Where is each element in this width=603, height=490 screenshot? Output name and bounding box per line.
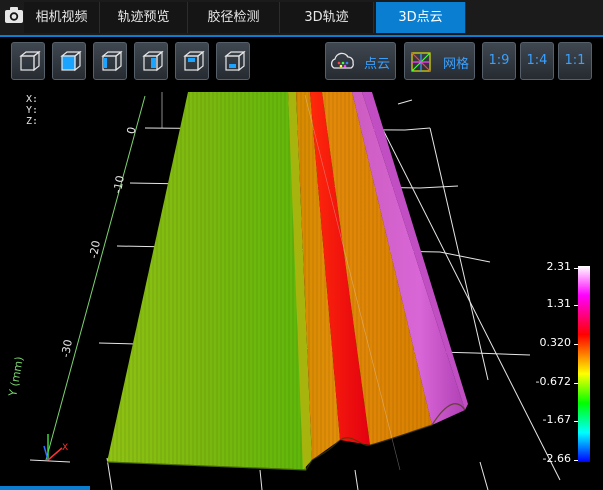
view-front-button[interactable] xyxy=(52,42,86,80)
pointcloud-viewport[interactable]: X: Y: Z: 0 -10 -20 -30 Y (mm) X 2.31 1.3… xyxy=(0,88,603,490)
axes-gizmo-icon: X xyxy=(43,434,68,461)
camera-icon xyxy=(5,7,23,23)
tab-3d-pointcloud[interactable]: 3D点云 xyxy=(376,2,466,33)
tab-3d-trajectory[interactable]: 3D轨迹 xyxy=(280,2,374,33)
colorbar-label-3: -0.672 xyxy=(535,375,571,388)
mesh-label: 网格 xyxy=(443,57,470,72)
cube-bottom-icon xyxy=(224,50,246,72)
cube-right-icon xyxy=(142,50,164,72)
view-bottom-button[interactable] xyxy=(216,42,250,80)
svg-text:X: X xyxy=(62,443,68,453)
mesh-icon xyxy=(411,52,431,72)
colorbar-tick xyxy=(574,344,578,345)
view-left-button[interactable] xyxy=(93,42,127,80)
mesh-button[interactable]: 网格 xyxy=(404,42,475,80)
cube-left-icon xyxy=(101,50,123,72)
colorbar-tick xyxy=(574,305,578,306)
coord-x-label: X: xyxy=(26,94,39,105)
coord-z-label: Z: xyxy=(26,116,39,127)
tab-bar: 相机视频 轨迹预览 胶径检测 3D轨迹 3D点云 xyxy=(0,0,603,37)
colorbar-label-5: -2.66 xyxy=(542,452,571,465)
tab-glue-inspection[interactable]: 胶径检测 xyxy=(188,2,280,33)
cube-front-icon xyxy=(60,50,82,72)
colorbar-label-2: 0.320 xyxy=(539,336,572,349)
colorbar-label-0: 2.31 xyxy=(546,260,572,273)
view-top-button[interactable] xyxy=(175,42,209,80)
colorbar-label-1: 1.31 xyxy=(546,297,572,310)
colorbar-tick xyxy=(574,460,578,461)
cloud-icon xyxy=(330,52,354,69)
tab-trajectory-preview[interactable]: 轨迹预览 xyxy=(100,2,188,33)
colorbar-tick xyxy=(574,421,578,422)
cube-top-icon xyxy=(183,50,205,72)
colorbar xyxy=(578,266,590,462)
view-iso-button[interactable] xyxy=(11,42,45,80)
coord-y-label: Y: xyxy=(26,105,39,116)
colorbar-tick xyxy=(574,268,578,269)
pointcloud-render xyxy=(29,92,561,490)
tab-camera-video[interactable]: 相机视频 xyxy=(24,2,100,33)
cube-iso-icon xyxy=(19,50,41,72)
bottom-scroll-indicator xyxy=(0,486,90,490)
ratio-1-4-button[interactable]: 1:4 xyxy=(520,42,554,80)
pointcloud-label: 点云 xyxy=(364,57,391,72)
ratio-1-9-button[interactable]: 1:9 xyxy=(482,42,516,80)
colorbar-tick xyxy=(574,383,578,384)
pointcloud-button[interactable]: 点云 xyxy=(325,42,396,80)
view-right-button[interactable] xyxy=(134,42,168,80)
colorbar-label-4: -1.67 xyxy=(542,413,571,426)
ratio-1-1-button[interactable]: 1:1 xyxy=(558,42,592,80)
